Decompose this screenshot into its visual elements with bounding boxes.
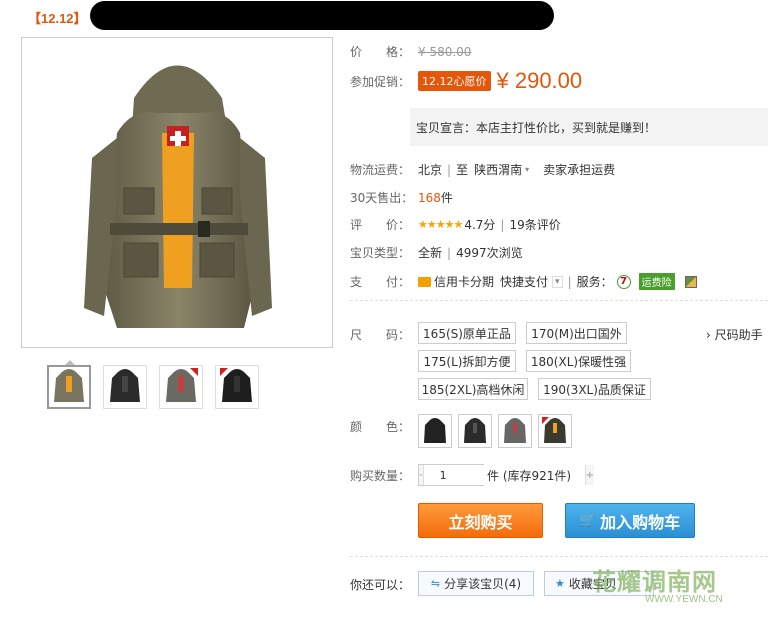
main-product-image[interactable] xyxy=(21,37,333,348)
product-title-row: 【12.12】 xyxy=(28,6,87,28)
rating-row: 评 价： ★★★★★ 4.7分 | 19条评价 xyxy=(350,216,561,233)
share-button[interactable]: ⇋ 分享该宝贝(4) xyxy=(418,571,534,596)
rating-score: 4.7分 xyxy=(464,218,496,232)
size-option-180[interactable]: 180(XL)保暖性强 xyxy=(526,350,631,372)
rating-stars-icon: ★★★★★ xyxy=(418,218,463,231)
buy-now-button[interactable]: 立刻购买 xyxy=(418,503,543,538)
share-label: 分享该宝贝(4) xyxy=(444,577,522,591)
size-label: 尺 码： xyxy=(350,328,411,342)
service-guarantee-icon[interactable] xyxy=(684,275,697,288)
price-row: 价 格： ¥ 580.00 xyxy=(350,43,471,60)
sales-row: 30天售出： 168 件 xyxy=(350,189,453,206)
color-jacket-dark xyxy=(464,418,486,443)
quantity-label: 购买数量： xyxy=(350,469,411,483)
chevron-down-icon[interactable]: ▾ xyxy=(552,275,563,288)
color-label: 颜 色： xyxy=(350,420,411,434)
quick-pay[interactable]: 快捷支付 xyxy=(500,273,548,290)
rating-label: 评 价： xyxy=(350,218,411,232)
size-guide-link[interactable]: › 尺码助手 xyxy=(706,326,763,343)
color-label-row: 颜 色： xyxy=(350,418,418,435)
sales-unit: 件 xyxy=(440,191,453,205)
size-option-185[interactable]: 185(2XL)高档休闲 xyxy=(418,378,528,400)
separator: | xyxy=(447,162,452,177)
thumb-jacket-black xyxy=(110,369,140,402)
shipping-to-word: 至 xyxy=(456,163,469,177)
watermark-url: WWW.YEWN.CN xyxy=(645,594,723,605)
redacted-title xyxy=(90,1,554,30)
view-count: 4997次浏览 xyxy=(456,246,523,260)
payment-label: 支 付： xyxy=(350,275,411,289)
promo-row: 参加促销： 12.12心愿价 ¥ 290.00 xyxy=(350,68,582,94)
shipping-from: 北京 xyxy=(418,163,443,177)
shipping-label: 物流运费： xyxy=(350,163,411,177)
size-option-175[interactable]: 175(L)拆卸方便 xyxy=(418,350,516,372)
shipping-destination[interactable]: 陕西渭南 xyxy=(474,161,522,178)
cart-icon: 🛒 xyxy=(579,513,597,528)
thumbnail-pointer xyxy=(65,360,75,365)
watermark-text: 花耀调南网 xyxy=(592,567,717,596)
jacket-image xyxy=(84,65,272,329)
divider xyxy=(350,300,768,301)
separator: | xyxy=(567,274,572,289)
quantity-stepper: - + xyxy=(418,464,594,486)
item-condition: 全新 xyxy=(418,246,443,260)
color-jacket-black xyxy=(424,418,446,443)
size-option-170[interactable]: 170(M)出口国外 xyxy=(526,322,627,344)
sales-count: 168 xyxy=(418,190,441,205)
quantity-increase-button[interactable]: + xyxy=(585,465,594,485)
size-option-165[interactable]: 165(S)原单正品 xyxy=(418,322,516,344)
color-option-black[interactable] xyxy=(418,414,452,448)
shipping-row: 物流运费： 北京 | 至 陕西渭南 ▾ 卖家承担运费 xyxy=(350,161,615,178)
type-row: 宝贝类型： 全新 | 4997次浏览 xyxy=(350,244,523,261)
stock-info: 件 (库存921件) xyxy=(487,469,572,483)
share-icon: ⇋ xyxy=(430,577,441,590)
thumb-jacket-khaki xyxy=(54,369,84,402)
color-jacket-grey xyxy=(504,418,526,443)
promo-badge: 12.12心愿价 xyxy=(418,71,491,91)
chevron-down-icon[interactable]: ▾ xyxy=(525,165,529,174)
add-to-cart-label: 加入购物车 xyxy=(600,512,681,532)
thumb-jacket-grey xyxy=(166,368,198,402)
credit-installment[interactable]: 信用卡分期 xyxy=(434,273,494,290)
color-jacket-khaki xyxy=(542,417,566,443)
star-icon: ★ xyxy=(555,577,565,590)
thumbnail-khaki[interactable] xyxy=(47,360,91,409)
quantity-label-row: 购买数量： xyxy=(350,467,418,484)
separator: | xyxy=(500,217,505,232)
thumbnail-grey[interactable] xyxy=(159,365,203,409)
thumb-jacket-dark xyxy=(220,368,252,402)
size-option-190[interactable]: 190(3XL)品质保证 xyxy=(538,378,651,400)
reviews-link[interactable]: 19条评价 xyxy=(509,216,560,233)
credit-card-icon xyxy=(418,276,431,287)
shipping-fee: 卖家承担运费 xyxy=(543,163,616,177)
size-label-row: 尺 码： xyxy=(350,326,418,343)
color-option-grey[interactable] xyxy=(498,414,532,448)
divider xyxy=(350,556,768,557)
shipping-insurance-badge[interactable]: 运费险 xyxy=(638,273,675,290)
add-to-cart-button[interactable]: 🛒 加入购物车 xyxy=(565,503,695,538)
service-label: 服务： xyxy=(576,275,613,289)
payment-row: 支 付： 信用卡分期 快捷支付 ▾ | 服务： 7 运费险 xyxy=(350,273,697,290)
color-option-dark[interactable] xyxy=(458,414,492,448)
price-label: 价 格： xyxy=(350,45,411,59)
thumbnail-dark[interactable] xyxy=(215,365,259,409)
promo-label: 参加促销： xyxy=(350,74,411,89)
thumbnail-strip xyxy=(47,360,259,409)
promo-price: ¥ 290.00 xyxy=(496,68,583,93)
color-option-khaki[interactable] xyxy=(538,414,572,448)
sales-label: 30天售出： xyxy=(350,191,414,205)
thumbnail-black[interactable] xyxy=(103,365,147,409)
type-label: 宝贝类型： xyxy=(350,246,411,260)
promo-title-tag: 【12.12】 xyxy=(28,10,87,26)
separator: | xyxy=(447,245,452,260)
seven-day-return-icon[interactable]: 7 xyxy=(616,274,631,289)
item-slogan: 宝贝宣言：本店主打性价比，买到就是赚到！ xyxy=(410,108,768,146)
also-label: 你还可以： xyxy=(350,578,411,592)
original-price: ¥ 580.00 xyxy=(418,44,472,59)
